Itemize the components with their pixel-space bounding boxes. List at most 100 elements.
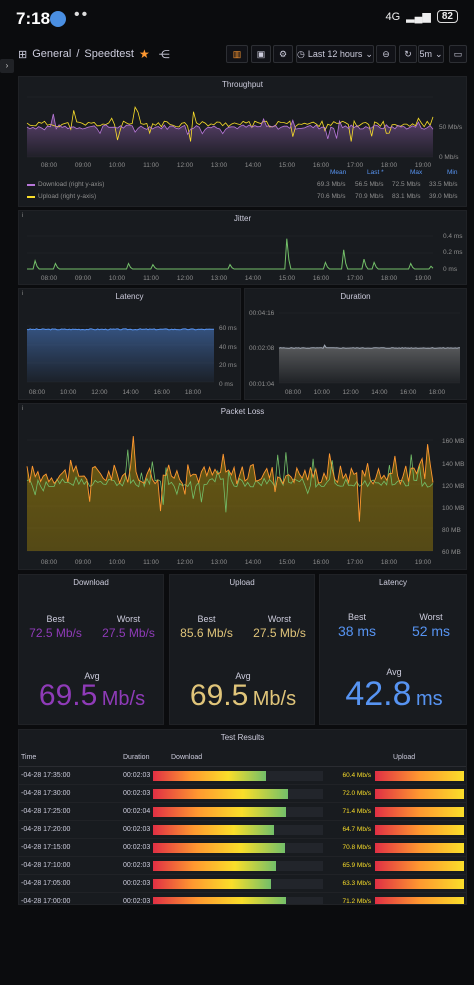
x-tick: 10:00	[314, 389, 331, 396]
legend-col[interactable]: Min	[447, 169, 457, 176]
legend-col[interactable]: Max	[410, 169, 422, 176]
avg-number: 42.8	[345, 675, 412, 713]
refresh-button[interactable]: ↻	[399, 45, 417, 63]
y-tick: 50 Mb/s	[439, 124, 463, 131]
y-tick: 0.4 ms	[443, 233, 463, 240]
cell-duration: 00:02:03	[123, 880, 151, 887]
column-header-upload[interactable]: Upload	[393, 754, 415, 761]
save-button[interactable]: ▣	[251, 45, 271, 63]
app-notification-icon	[50, 11, 66, 27]
breadcrumb: ⊞ General / Speedtest ★ ⋲	[18, 47, 170, 61]
x-tick: 17:00	[347, 162, 364, 169]
table-row[interactable]: -04-28 17:15:00 00:02:03 70.8 Mb/s	[19, 839, 466, 857]
column-header-download[interactable]: Download	[171, 754, 202, 761]
legend-min: 33.5 Mb/s	[429, 181, 458, 188]
y-tick: 0 ms	[443, 266, 458, 273]
table-row[interactable]: -04-28 17:30:00 00:02:03 72.0 Mb/s	[19, 785, 466, 803]
y-tick: 40 ms	[219, 344, 237, 351]
download-gauge-fill	[153, 861, 277, 871]
battery-icon: 82	[436, 10, 458, 23]
worst-label: Worst	[116, 614, 141, 624]
table-row[interactable]: -04-28 17:20:00 00:02:03 64.7 Mb/s	[19, 821, 466, 839]
x-tick: 13:00	[211, 162, 228, 169]
legend-col[interactable]: Mean	[330, 169, 346, 176]
download-gauge	[153, 897, 323, 904]
x-tick: 10:00	[109, 559, 126, 566]
x-tick: 17:00	[347, 559, 364, 566]
cell-time: -04-28 17:30:00	[21, 790, 71, 797]
legend-col[interactable]: Last *	[367, 169, 384, 176]
table-row[interactable]: -04-28 17:05:00 00:02:03 63.3 Mb/s	[19, 875, 466, 893]
dashboard-title[interactable]: Speedtest	[84, 48, 134, 60]
test-results-panel: Test Results Time Duration Download Uplo…	[18, 729, 467, 905]
x-tick: 18:00	[381, 162, 398, 169]
duration-panel: Duration 08:00 10:00 12:00 14:00 16:00 18:00 …	[244, 288, 467, 400]
refresh-interval-picker[interactable]: 5m ⌄	[418, 45, 444, 63]
download-gauge	[153, 843, 323, 853]
time-range-picker[interactable]: ◷ Last 12 hours ⌄	[296, 45, 374, 63]
legend-row-download[interactable]: Download (right y-axis)	[27, 181, 104, 188]
table-row[interactable]: -04-28 17:35:00 00:02:03 60.4 Mb/s	[19, 767, 466, 785]
more-notifications-icon: ••	[74, 6, 90, 23]
share-icon[interactable]: ⋲	[159, 48, 170, 61]
chevron-down-icon: ⌄	[434, 48, 443, 59]
cell-time: -04-28 17:20:00	[21, 826, 71, 833]
packet-loss-chart[interactable]: 08:00 09:00 10:00 11:00 12:00 13:00 14:00 15:00…	[19, 404, 468, 571]
table-row[interactable]: -04-28 17:10:00 00:02:03 65.9 Mb/s	[19, 857, 466, 875]
throughput-panel: Throughput 08:00 09:00 10:00 11:00 12:00 13:0…	[18, 76, 467, 207]
tv-mode-button[interactable]: ▭	[449, 45, 467, 63]
y-tick: 20 ms	[219, 362, 237, 369]
packet-loss-panel: i Packet Loss 08:00 09:00 10:00 11:00 12:00 1…	[18, 403, 467, 570]
y-tick: 60 MB	[442, 549, 461, 556]
x-tick: 15:00	[279, 162, 296, 169]
x-tick: 16:00	[313, 275, 330, 282]
y-tick: 160 MB	[442, 438, 464, 445]
duration-chart[interactable]: 08:00 10:00 12:00 14:00 16:00 18:00 00:04:16 …	[245, 289, 468, 401]
column-header-duration[interactable]: Duration	[123, 754, 149, 761]
cell-duration: 00:02:03	[123, 844, 151, 851]
download-value: 70.8 Mb/s	[342, 844, 371, 851]
x-tick: 16:00	[313, 559, 330, 566]
avg-unit: Mb/s	[252, 688, 297, 710]
sidebar-toggle[interactable]: ›	[0, 59, 14, 73]
upload-gauge	[375, 879, 464, 889]
latency-chart[interactable]: 08:00 10:00 12:00 14:00 16:00 18:00 60 ms 40 …	[19, 289, 242, 401]
clock-icon: ◷	[297, 48, 305, 59]
upload-best-value: 85.6 Mb/s	[180, 626, 233, 640]
time-range-label: Last 12 hours	[307, 49, 363, 59]
x-tick: 09:00	[75, 275, 92, 282]
legend-name: Upload (right y-axis)	[38, 193, 97, 200]
jitter-chart[interactable]: 08:00 09:00 10:00 11:00 12:00 13:00 14:00 15:00…	[19, 211, 468, 286]
settings-button[interactable]: ⚙	[273, 45, 293, 63]
column-header-time[interactable]: Time	[21, 754, 36, 761]
legend-last: 56.5 Mb/s	[355, 181, 384, 188]
y-tick: 00:01:04	[249, 381, 275, 388]
latency-worst-value: 52 ms	[411, 623, 451, 639]
download-gauge	[153, 771, 323, 781]
x-tick: 09:00	[75, 162, 92, 169]
x-tick: 11:00	[143, 559, 159, 566]
download-value: 71.2 Mb/s	[342, 898, 371, 905]
breadcrumb-parent[interactable]: General	[32, 48, 71, 60]
table-row[interactable]: -04-28 17:00:00 00:02:03 71.2 Mb/s	[19, 893, 466, 905]
upload-gauge	[375, 897, 464, 904]
y-tick: 120 MB	[442, 483, 464, 490]
legend-row-upload[interactable]: Upload (right y-axis)	[27, 193, 96, 200]
table-row[interactable]: -04-28 17:25:00 00:02:04 71.4 Mb/s	[19, 803, 466, 821]
cell-time: -04-28 17:10:00	[21, 862, 71, 869]
star-icon[interactable]: ★	[139, 47, 150, 61]
x-tick: 16:00	[313, 162, 330, 169]
upload-gauge	[375, 807, 464, 817]
legend-name: Download (right y-axis)	[38, 181, 105, 188]
download-gauge-fill	[153, 825, 275, 835]
cell-duration: 00:02:03	[123, 772, 151, 779]
add-panel-button[interactable]: ▥	[226, 45, 248, 63]
x-tick: 08:00	[285, 389, 302, 396]
x-tick: 19:00	[415, 162, 432, 169]
panel-title: Latency	[378, 578, 408, 587]
jitter-panel: i Jitter 08:00 09:00 10:00 11:00 12:00 13:00 1…	[18, 210, 467, 285]
zoom-out-button[interactable]: ⊖	[376, 45, 396, 63]
x-tick: 11:00	[143, 162, 159, 169]
dashboards-icon[interactable]: ⊞	[18, 48, 27, 61]
download-worst-value: 27.5 Mb/s	[102, 626, 155, 640]
